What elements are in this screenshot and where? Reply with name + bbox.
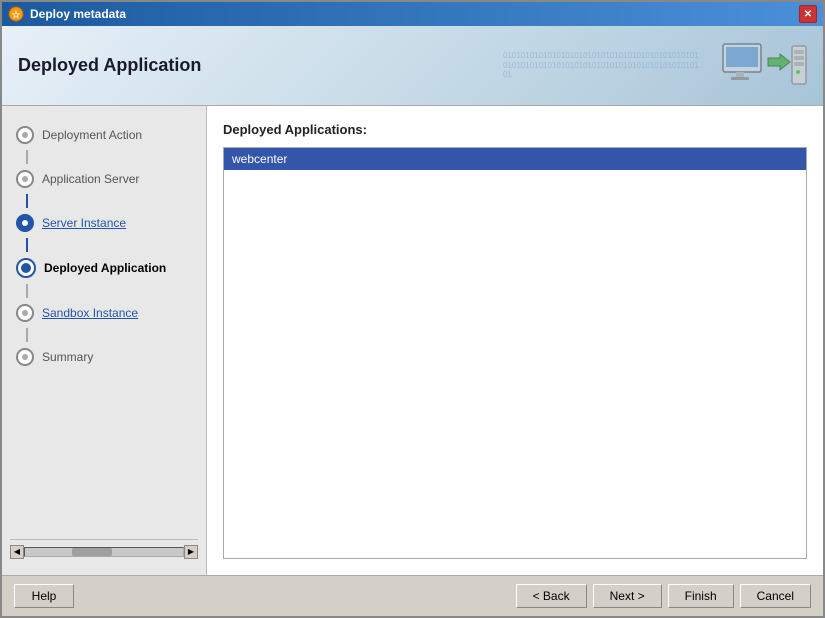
main-window: ☆ Deploy metadata ✕ Deployed Application… [0, 0, 825, 618]
sidebar-scroll-left[interactable]: ◀ [10, 545, 24, 559]
step-line-2 [26, 194, 28, 208]
header-bg-text: 0101010101010101010101010101010101010101… [503, 26, 703, 105]
header-section: Deployed Application 0101010101010101010… [2, 26, 823, 106]
sidebar-label-application-server: Application Server [42, 172, 139, 186]
step-line-5 [26, 328, 28, 342]
step-circle-3 [16, 214, 34, 232]
sidebar-item-application-server[interactable]: Application Server [10, 166, 198, 192]
step-line-3 [26, 238, 28, 252]
sidebar-item-server-instance[interactable]: Server Instance [10, 210, 198, 236]
sidebar-label-deployment-action: Deployment Action [42, 128, 142, 142]
deployed-applications-list[interactable]: webcenter [223, 147, 807, 559]
step-circle-1 [16, 126, 34, 144]
content-label: Deployed Applications: [223, 122, 807, 137]
sidebar-scrollbar: ◀ ▶ [10, 539, 198, 559]
close-button[interactable]: ✕ [799, 5, 817, 23]
content-area: Deployed Applications: webcenter [207, 106, 823, 575]
sidebar-item-sandbox-instance[interactable]: Sandbox Instance [10, 300, 198, 326]
main-content: Deployment Action Application Server Ser… [2, 106, 823, 575]
app-icon: ☆ [8, 6, 24, 22]
finish-button[interactable]: Finish [668, 584, 734, 608]
sidebar-label-deployed-application: Deployed Application [44, 261, 166, 275]
page-title: Deployed Application [18, 55, 201, 76]
svg-text:☆: ☆ [12, 10, 21, 21]
sidebar-scroll-right[interactable]: ▶ [184, 545, 198, 559]
back-button[interactable]: < Back [516, 584, 587, 608]
footer-right: < Back Next > Finish Cancel [516, 584, 811, 608]
sidebar-scroll-track[interactable] [24, 547, 184, 557]
sidebar: Deployment Action Application Server Ser… [2, 106, 207, 575]
footer: Help < Back Next > Finish Cancel [2, 575, 823, 616]
step-line-4 [26, 284, 28, 298]
title-bar-left: ☆ Deploy metadata [8, 6, 126, 22]
help-button[interactable]: Help [14, 584, 74, 608]
title-bar: ☆ Deploy metadata ✕ [2, 2, 823, 26]
step-circle-6 [16, 348, 34, 366]
sidebar-scroll-thumb[interactable] [72, 548, 112, 556]
sidebar-item-deployment-action[interactable]: Deployment Action [10, 122, 198, 148]
sidebar-label-sandbox-instance: Sandbox Instance [42, 306, 138, 320]
sidebar-item-summary[interactable]: Summary [10, 344, 198, 370]
step-line-1 [26, 150, 28, 164]
next-button[interactable]: Next > [593, 584, 662, 608]
step-circle-2 [16, 170, 34, 188]
step-circle-4 [16, 258, 36, 278]
cancel-button[interactable]: Cancel [740, 584, 811, 608]
sidebar-label-summary: Summary [42, 350, 93, 364]
list-item-webcenter[interactable]: webcenter [224, 148, 806, 170]
step-circle-5 [16, 304, 34, 322]
window-title: Deploy metadata [30, 7, 126, 21]
sidebar-label-server-instance: Server Instance [42, 216, 126, 230]
header-image [703, 26, 823, 105]
sidebar-item-deployed-application[interactable]: Deployed Application [10, 254, 198, 282]
